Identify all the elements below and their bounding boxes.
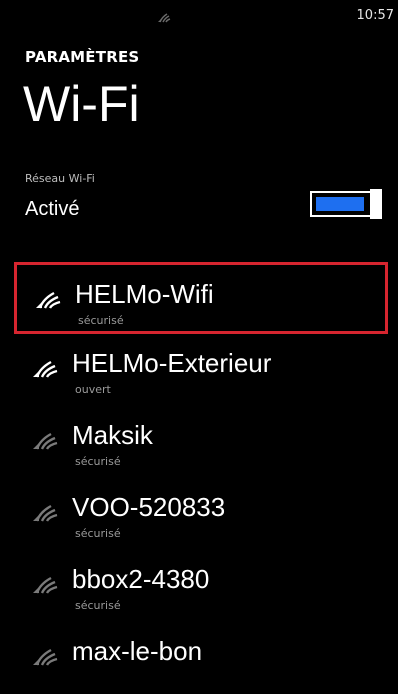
network-item-helmo-exterieur[interactable]: HELMo-Exterieur ouvert [14,334,388,406]
network-name: Maksik [72,420,153,450]
wifi-signal-icon [33,576,58,594]
wifi-signal-icon [36,291,61,309]
network-item-bbox2-4380[interactable]: bbox2-4380 sécurisé [14,550,388,622]
network-security: sécurisé [75,599,121,612]
wifi-toggle-label: Réseau Wi-Fi [25,172,95,185]
wifi-toggle-state: Activé [25,198,80,220]
wifi-signal-icon [33,432,58,450]
clock: 10:57 [356,8,394,23]
wifi-signal-icon [33,648,58,666]
network-security: ouvert [75,383,111,396]
network-name: max-le-bon [72,636,203,666]
toggle-fill [316,197,364,211]
network-item-maksik[interactable]: Maksik sécurisé [14,406,388,478]
wifi-toggle-switch[interactable] [310,189,382,221]
network-item-helmo-wifi[interactable]: HELMo-Wifi sécurisé [14,262,388,334]
network-name: HELMo-Exterieur [72,348,272,378]
network-name: HELMo-Wifi [75,279,214,309]
app-title: PARAMÈTRES [25,48,140,66]
network-security: sécurisé [75,455,121,468]
toggle-knob [370,189,382,219]
network-security: sécurisé [78,314,124,327]
network-name: bbox2-4380 [72,564,210,594]
toggle-track [310,191,372,217]
network-item-voo-520833[interactable]: VOO-520833 sécurisé [14,478,388,550]
network-item-max-le-bon[interactable]: max-le-bon [14,622,388,694]
page-title: Wi-Fi [23,76,140,132]
network-security: sécurisé [75,527,121,540]
cell-signal-icon [158,13,171,23]
status-bar: 10:57 [0,0,398,32]
wifi-signal-icon [33,360,58,378]
network-name: VOO-520833 [72,492,226,522]
wifi-signal-icon [33,504,58,522]
